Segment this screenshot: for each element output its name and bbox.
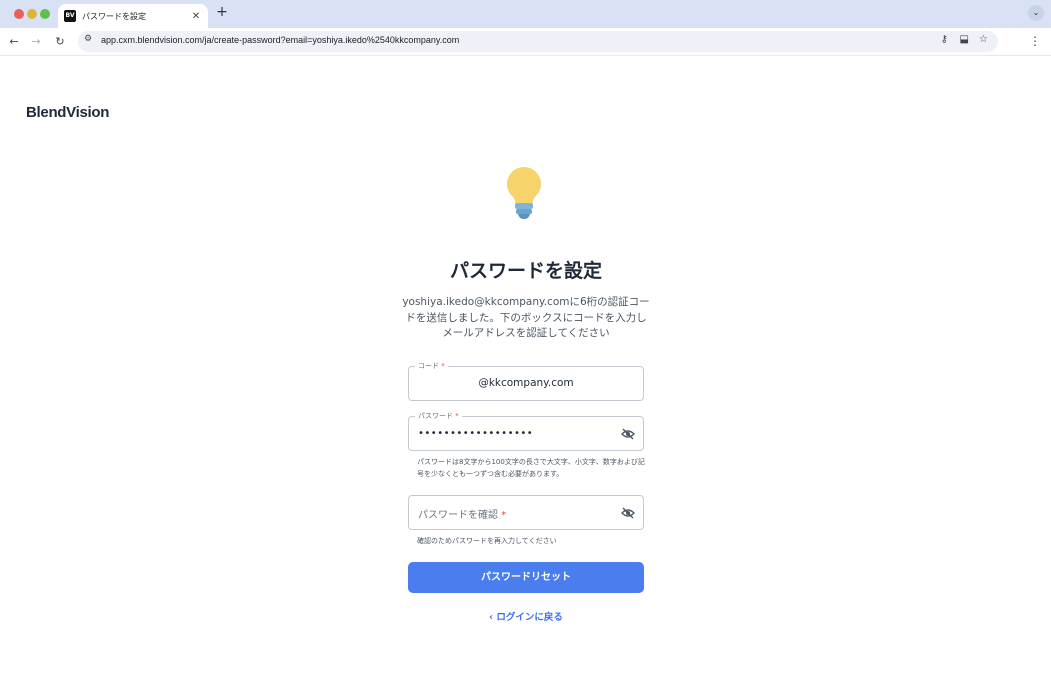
back-to-login-link[interactable]: ‹ ログインに戻る [408,609,644,623]
code-field[interactable]: コード * @kkcompany.com [408,361,644,401]
description-text: yoshiya.ikedo@kkcompany.comに6桁の認証コードを送信し… [402,296,650,339]
more-vert-icon[interactable]: ⋮ [1029,34,1041,48]
eye-off-icon[interactable] [621,428,635,440]
tab-title: パスワードを設定 [82,11,146,21]
tab-search-button[interactable]: ⌄ [1028,5,1044,21]
password-field[interactable]: パスワード * •••••••••••••••••• [408,411,644,451]
code-field-value[interactable]: @kkcompany.com [409,377,643,389]
site-settings-icon[interactable]: ⚙ [84,34,92,44]
eye-off-icon[interactable] [621,507,635,519]
brand-logo[interactable]: BlendVision [26,104,109,121]
plus-icon[interactable]: + [214,4,230,20]
maximize-window-button[interactable] [40,9,50,19]
browser-tab[interactable]: BV パスワードを設定 ✕ [58,4,208,28]
back-arrow-icon[interactable]: ← [5,33,23,51]
favicon: BV [64,10,76,22]
lightbulb-icon [507,167,541,219]
install-icon[interactable]: ⬓ [960,34,969,45]
code-field-label: コード * [415,361,448,371]
url-text[interactable]: app.cxm.blendvision.com/ja/create-passwo… [101,35,459,45]
key-icon[interactable]: ⚷ [941,34,948,45]
star-icon[interactable]: ☆ [979,34,988,45]
browser-tab-bar: BV パスワードを設定 ✕ + ⌄ [0,0,1051,28]
reset-password-button[interactable]: パスワードリセット [408,562,644,593]
password-field-value[interactable]: •••••••••••••••••• [418,428,533,439]
password-field-label: パスワード * [415,411,462,421]
reload-icon[interactable]: ↻ [51,33,69,51]
close-window-button[interactable] [14,9,24,19]
confirm-password-placeholder[interactable]: パスワードを確認 * [418,506,506,521]
forward-arrow-icon[interactable]: → [27,33,45,51]
browser-toolbar: ← → ↻ ⚙ app.cxm.blendvision.com/ja/creat… [0,28,1051,56]
address-bar[interactable]: ⚙ app.cxm.blendvision.com/ja/create-pass… [78,31,998,52]
close-icon[interactable]: ✕ [190,11,202,22]
password-helper-text: パスワードは8文字から100文字の長さで大文字、小文字、数字および記号を少なくと… [417,458,645,478]
page-title: パスワードを設定 [449,260,602,282]
minimize-window-button[interactable] [27,9,37,19]
confirm-password-field[interactable]: パスワードを確認 * [408,495,644,530]
confirm-helper-text: 確認のためパスワードを再入力してください [417,537,557,545]
